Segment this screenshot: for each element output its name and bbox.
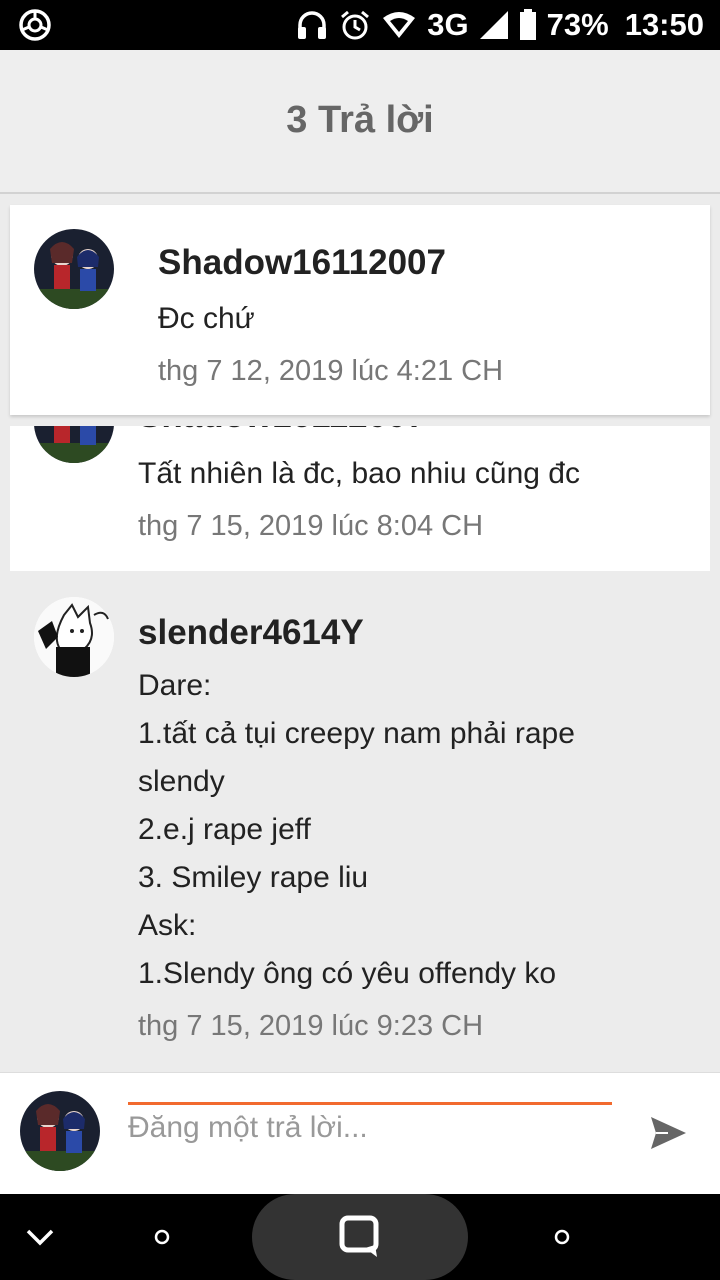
reply-text-line: 1.tất cả tụi creepy nam phải rape <box>138 717 575 750</box>
nav-recents-button[interactable] <box>542 1217 582 1257</box>
reply-username[interactable]: slender4614Y <box>138 613 364 653</box>
wifi-icon <box>381 10 417 40</box>
reply-text-line: 1.Slendy ông có yêu offendy ko <box>138 957 557 990</box>
avatar[interactable] <box>34 426 114 463</box>
avatar[interactable] <box>34 229 114 309</box>
battery-level: 73% <box>546 7 609 42</box>
reply-card: Shadow16112007 Tất nhiên là đc, bao nhiu… <box>10 426 710 571</box>
page-header: 3 Trả lời <box>0 50 720 194</box>
dot-icon <box>154 1229 170 1245</box>
reply-timestamp: thg 7 12, 2019 lúc 4:21 CH <box>158 355 504 387</box>
app-notification-icon <box>18 8 52 42</box>
reply-composer <box>0 1072 720 1194</box>
reply-input[interactable] <box>128 1103 612 1153</box>
reply-text-line: slendy <box>138 765 225 798</box>
reply-text: Đc chứ <box>158 302 255 335</box>
nav-back-button[interactable] <box>20 1217 60 1257</box>
send-button[interactable] <box>648 1113 688 1153</box>
network-type: 3G <box>427 7 469 42</box>
send-icon <box>651 1117 686 1149</box>
system-nav-bar <box>0 1194 720 1280</box>
input-underline <box>128 1102 612 1105</box>
dot-icon <box>554 1229 570 1245</box>
chevron-down-icon <box>26 1229 54 1246</box>
reply-text: Tất nhiên là đc, bao nhiu cũng đc <box>138 457 580 490</box>
chat-icon <box>339 1215 379 1257</box>
page-title: 3 Trả lời <box>286 99 434 141</box>
reply-card: Shadow16112007 Đc chứ thg 7 12, 2019 lúc… <box>10 205 710 415</box>
signal-icon <box>479 10 509 40</box>
battery-icon <box>519 9 537 41</box>
reply-timestamp: thg 7 15, 2019 lúc 8:04 CH <box>138 510 484 542</box>
alarm-icon <box>339 9 371 41</box>
reply-text-line: Ask: <box>138 909 197 942</box>
reply-text-line: 2.e.j rape jeff <box>138 813 311 846</box>
headphones-icon <box>295 8 329 42</box>
status-bar: 3G 73% 13:50 <box>0 0 720 50</box>
reply-username[interactable]: Shadow16112007 <box>138 426 426 436</box>
nav-chat-button[interactable] <box>252 1194 468 1280</box>
reply-card: slender4614Y Dare: 1.tất cả tụi creepy n… <box>0 575 720 1070</box>
reply-text-line: Dare: <box>138 669 212 702</box>
clock: 13:50 <box>624 7 704 42</box>
nav-home-button[interactable] <box>142 1217 182 1257</box>
current-user-avatar <box>20 1091 100 1171</box>
reply-text-line: 3. Smiley rape liu <box>138 861 369 894</box>
avatar[interactable] <box>34 597 114 677</box>
reply-username[interactable]: Shadow16112007 <box>158 243 446 283</box>
reply-timestamp: thg 7 15, 2019 lúc 9:23 CH <box>138 1010 484 1042</box>
